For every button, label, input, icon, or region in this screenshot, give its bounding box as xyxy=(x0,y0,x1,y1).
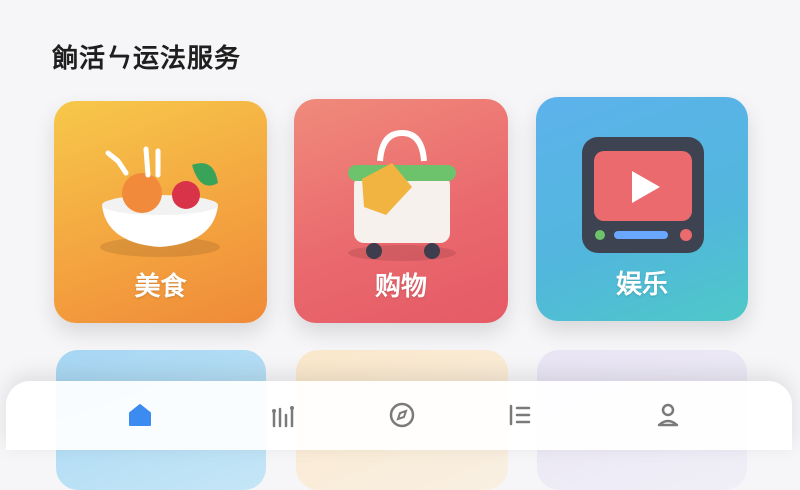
entertainment-tile[interactable]: 娱乐 xyxy=(536,97,748,321)
tile-label-food: 美食 xyxy=(134,272,187,302)
tab-discover[interactable] xyxy=(382,395,422,435)
tile-label-shopping: 购物 xyxy=(374,272,427,302)
compass-icon xyxy=(389,402,415,428)
tile-label-entertainment: 娱乐 xyxy=(615,270,668,300)
tab-activity[interactable] xyxy=(264,395,304,435)
shopping-tile[interactable]: 购物 xyxy=(294,99,508,323)
bottom-tab-bar xyxy=(6,381,792,450)
activity-icon xyxy=(272,406,294,428)
tab-list[interactable] xyxy=(500,395,540,435)
tab-home[interactable] xyxy=(120,395,160,435)
food-tile[interactable]: 美食 xyxy=(54,101,267,323)
page-title: 餉活ㄣ运法服务 xyxy=(52,44,242,74)
home-icon xyxy=(129,404,151,426)
profile-icon xyxy=(657,403,679,427)
tab-profile[interactable] xyxy=(648,395,688,435)
list-icon xyxy=(509,404,531,426)
